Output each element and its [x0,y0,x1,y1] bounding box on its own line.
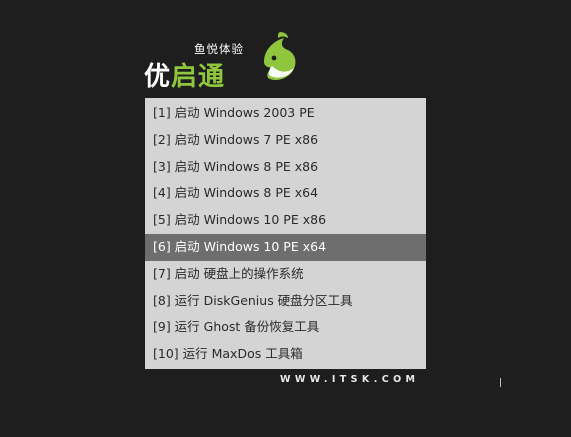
menu-item-3[interactable]: [3] 启动 Windows 8 PE x86 [145,154,426,181]
footer-url: WWW.ITSK.COM [280,374,420,385]
logo-name-part1: 优 [144,62,172,92]
menu-item-8[interactable]: [8] 运行 DiskGenius 硬盘分区工具 [145,288,426,315]
boot-menu: [1] 启动 Windows 2003 PE [2] 启动 Windows 7 … [145,98,426,369]
logo: 鱼悦体验 优启通 [140,28,300,93]
menu-item-1[interactable]: [1] 启动 Windows 2003 PE [145,100,426,127]
menu-item-9[interactable]: [9] 运行 Ghost 备份恢复工具 [145,314,426,341]
logo-tagline: 鱼悦体验 [194,42,244,56]
menu-item-2[interactable]: [2] 启动 Windows 7 PE x86 [145,127,426,154]
logo-name-part2: 启通 [171,62,226,92]
menu-item-5[interactable]: [5] 启动 Windows 10 PE x86 [145,207,426,234]
fish-logo-icon [264,32,296,80]
menu-item-7[interactable]: [7] 启动 硬盘上的操作系统 [145,261,426,288]
menu-item-6[interactable]: [6] 启动 Windows 10 PE x64 [145,233,426,261]
menu-item-4[interactable]: [4] 启动 Windows 8 PE x64 [145,180,426,207]
text-cursor [500,378,501,387]
menu-item-10[interactable]: [10] 运行 MaxDos 工具箱 [145,341,426,368]
logo-name: 优启通 [144,56,225,93]
